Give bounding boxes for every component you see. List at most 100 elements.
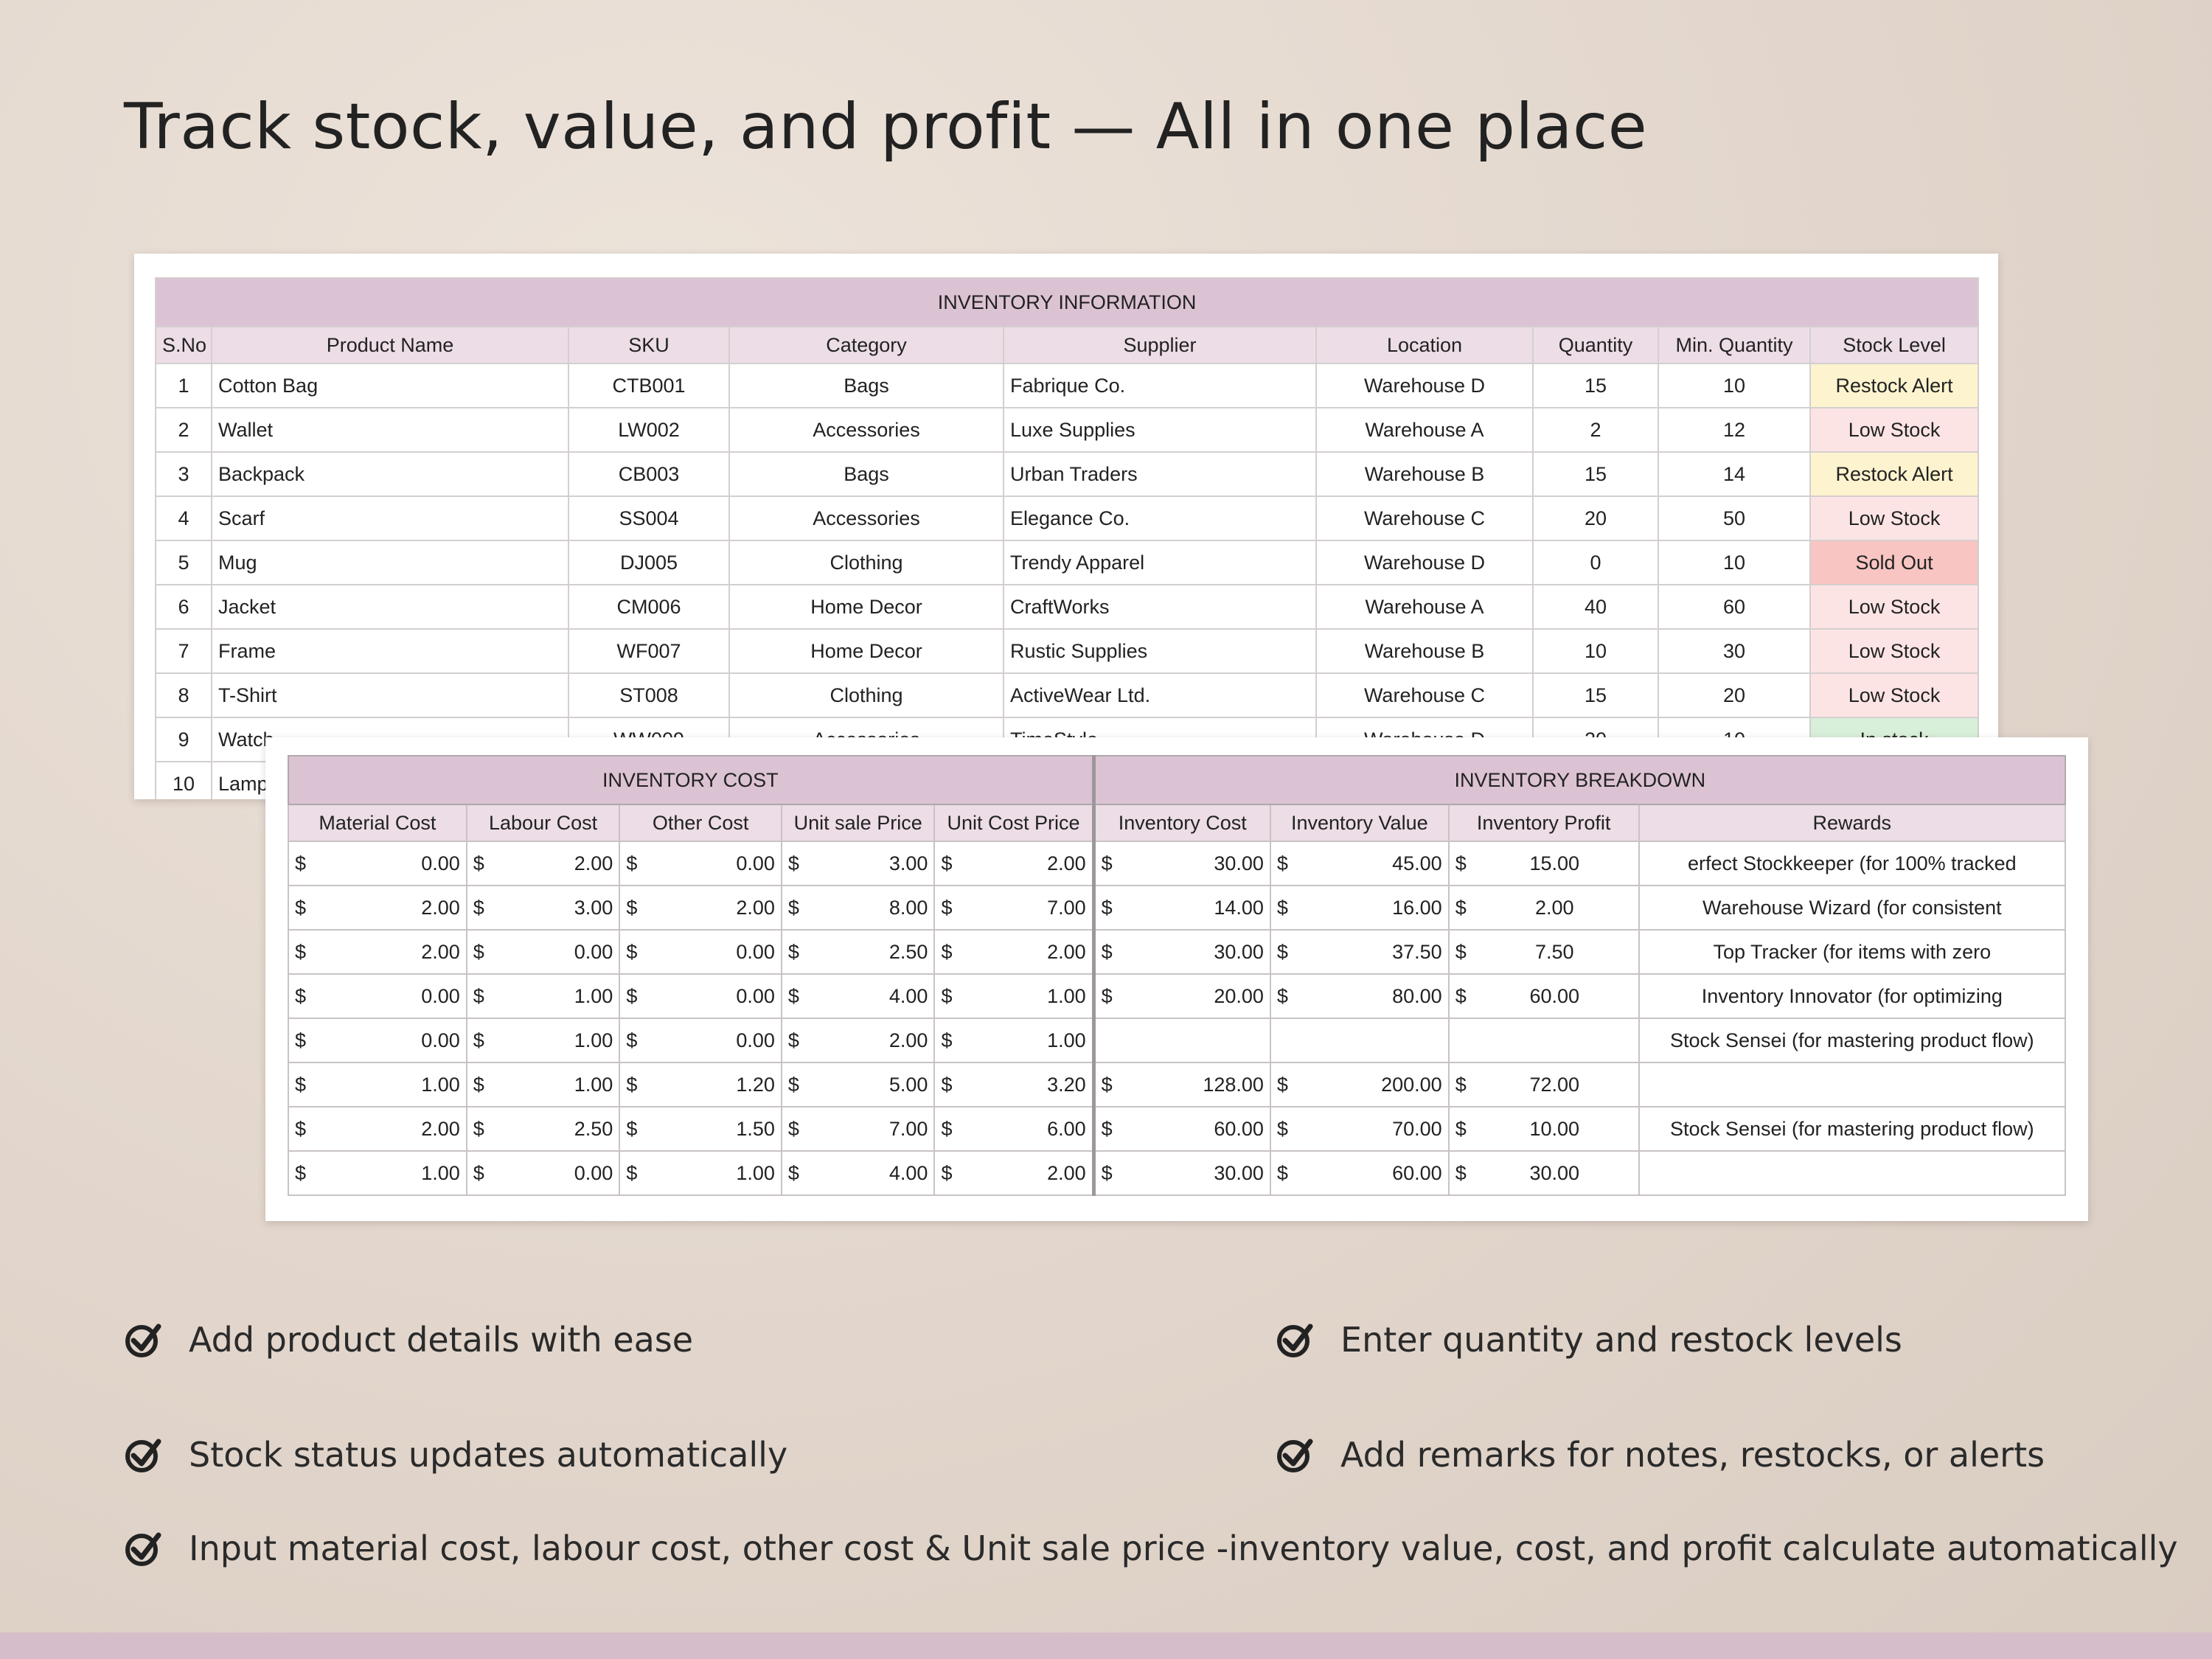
column-header: Labour Cost	[465, 804, 621, 842]
currency-symbol: $	[619, 1018, 642, 1063]
money-value: 60.00	[1116, 1106, 1271, 1152]
currency-symbol: $	[933, 885, 957, 931]
currency-symbol: $	[1269, 1150, 1293, 1196]
money-value: 2.00	[641, 885, 782, 931]
money-value: 10.00	[1470, 1106, 1640, 1152]
currency-symbol: $	[1091, 973, 1116, 1019]
table-row: $2.00 $3.00 $2.00 $8.00 $7.00 $14.00 $16.00 $2.…	[287, 885, 2067, 931]
table-cell: CB003	[568, 451, 730, 497]
column-header: Other Cost	[619, 804, 782, 842]
money-value: 128.00	[1116, 1062, 1271, 1107]
table-cell: 20	[1658, 672, 1811, 718]
money-value: 60.00	[1470, 973, 1640, 1019]
currency-symbol	[1447, 1018, 1471, 1063]
rewards-cell: erfect Stockkeeper (for 100% tracked	[1638, 841, 2067, 886]
money-value: 1.20	[641, 1062, 782, 1107]
table-cell: 30	[1658, 628, 1811, 674]
money-value: 14.00	[1116, 885, 1271, 931]
feature-item: Enter quantity and restock levels	[1276, 1320, 1902, 1360]
table-cell: 9	[155, 717, 212, 762]
money-value: 1.00	[310, 1062, 467, 1107]
column-header: Product Name	[211, 326, 569, 364]
table-cell: 14	[1658, 451, 1811, 497]
currency-symbol: $	[619, 841, 642, 886]
money-value: 1.00	[310, 1150, 467, 1196]
column-header: Inventory Value	[1269, 804, 1450, 842]
table-cell: 20	[1532, 495, 1659, 541]
column-header: Unit sale Price	[780, 804, 936, 842]
table-cell: 10	[1532, 628, 1659, 674]
currency-symbol: $	[780, 1106, 804, 1152]
table-cell: 15	[1532, 672, 1659, 718]
table-row: 6 Jacket CM006 Home Decor CraftWorks Warehous…	[155, 584, 1980, 630]
table-cell: 4	[155, 495, 212, 541]
rewards-cell: Stock Sensei (for mastering product flow…	[1638, 1106, 2067, 1152]
column-header: Location	[1315, 326, 1534, 364]
money-value: 37.50	[1293, 929, 1450, 975]
table-cell: Mug	[211, 540, 569, 585]
money-value: 1.00	[641, 1150, 782, 1196]
rewards-cell: Inventory Innovator (for optimizing	[1638, 973, 2067, 1019]
table-cell: 12	[1658, 407, 1811, 453]
feature-item: Add product details with ease	[124, 1320, 693, 1360]
money-value: 7.00	[804, 1106, 936, 1152]
currency-symbol: $	[780, 973, 804, 1019]
currency-symbol: $	[619, 973, 642, 1019]
table-cell: Urban Traders	[1003, 451, 1317, 497]
money-value: 0.00	[489, 1150, 621, 1196]
table-cell: 0	[1532, 540, 1659, 585]
currency-symbol	[1269, 1018, 1293, 1063]
stock-level-cell: Low Stock	[1809, 672, 1980, 718]
inventory-cost-table: INVENTORY COST INVENTORY BREAKDOWN Mater…	[287, 755, 2067, 1196]
currency-symbol: $	[1447, 929, 1471, 975]
table-cell: Elegance Co.	[1003, 495, 1317, 541]
table-cell: Warehouse C	[1315, 672, 1534, 718]
money-value: 30.00	[1116, 929, 1271, 975]
money-value: 2.00	[956, 841, 1095, 886]
currency-symbol: $	[287, 1150, 311, 1196]
money-value: 1.00	[489, 1018, 621, 1063]
money-value: 2.00	[804, 1018, 936, 1063]
money-value: 72.00	[1470, 1062, 1640, 1107]
money-value	[1293, 1018, 1450, 1063]
table-row: $0.00 $1.00 $0.00 $2.00 $1.00 Stock Sensei (f…	[287, 1018, 2067, 1063]
stock-level-cell: Sold Out	[1809, 540, 1980, 585]
table-cell: Warehouse A	[1315, 584, 1534, 630]
table-cell: Wallet	[211, 407, 569, 453]
currency-symbol: $	[933, 929, 957, 975]
stock-level-cell: Restock Alert	[1809, 451, 1980, 497]
money-value: 3.00	[804, 841, 936, 886]
table-row: 4 Scarf SS004 Accessories Elegance Co. Wareho…	[155, 495, 1980, 541]
currency-symbol: $	[287, 1106, 311, 1152]
table-cell: Bags	[728, 451, 1004, 497]
table-cell: 1	[155, 363, 212, 408]
column-header: Unit Cost Price	[933, 804, 1095, 842]
table-cell: Warehouse A	[1315, 407, 1534, 453]
table-row: 5 Mug DJ005 Clothing Trendy Apparel Warehouse…	[155, 540, 1980, 585]
money-value: 1.00	[489, 1062, 621, 1107]
table-row: $0.00 $2.00 $0.00 $3.00 $2.00 $30.00 $45.00 $15…	[287, 841, 2067, 886]
inventory-information-sheet: INVENTORY INFORMATION S.No Product Name SK…	[134, 254, 1998, 799]
column-header: SKU	[568, 326, 730, 364]
currency-symbol: $	[465, 1018, 489, 1063]
inventory-information-table: INVENTORY INFORMATION S.No Product Name SK…	[154, 277, 1980, 799]
table-cell: 3	[155, 451, 212, 497]
column-header: Supplier	[1003, 326, 1317, 364]
table-cell: Cotton Bag	[211, 363, 569, 408]
check-circle-icon	[125, 1439, 161, 1472]
check-circle-icon	[125, 1532, 161, 1566]
currency-symbol: $	[1091, 1106, 1116, 1152]
money-value: 0.00	[641, 841, 782, 886]
feature-text: Add product details with ease	[189, 1320, 694, 1360]
currency-symbol: $	[780, 885, 804, 931]
currency-symbol: $	[780, 1150, 804, 1196]
table-cell: DJ005	[568, 540, 730, 585]
currency-symbol	[1091, 1018, 1116, 1063]
currency-symbol: $	[465, 885, 489, 931]
money-value: 2.00	[956, 929, 1095, 975]
feature-text: Input material cost, labour cost, other …	[189, 1528, 2178, 1568]
table-cell: Fabrique Co.	[1003, 363, 1317, 408]
table-cell: Rustic Supplies	[1003, 628, 1317, 674]
currency-symbol: $	[1091, 1062, 1116, 1107]
currency-symbol: $	[465, 1150, 489, 1196]
